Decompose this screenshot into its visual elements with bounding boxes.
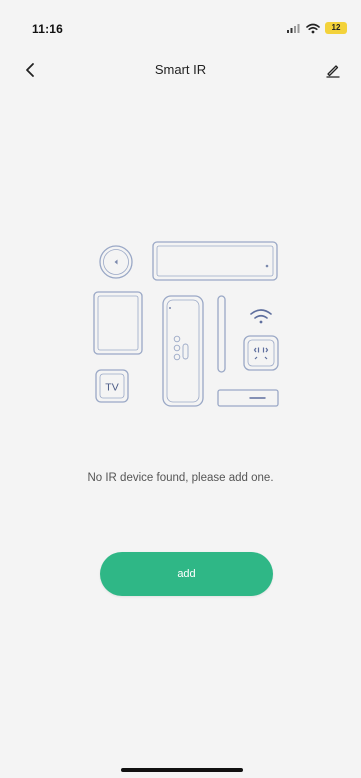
ir-devices-illustration: TV	[93, 241, 279, 407]
status-time: 11:16	[32, 22, 64, 36]
cellular-signal-icon	[287, 24, 300, 33]
status-bar: 11:16 12	[0, 0, 361, 48]
tv-icon-label: TV	[105, 382, 118, 394]
add-button[interactable]: add	[100, 552, 273, 596]
air-conditioner-icon	[152, 241, 278, 281]
tablet-icon	[93, 291, 143, 355]
status-icons: 12	[287, 22, 347, 34]
nav-bar: Smart IR	[0, 54, 361, 86]
wifi-signal-icon	[250, 309, 272, 324]
vertical-bar-icon	[217, 295, 226, 373]
page-title: Smart IR	[154, 62, 207, 77]
remote-control-icon	[162, 295, 204, 407]
empty-state-message: No IR device found, please add one.	[87, 472, 274, 484]
pencil-icon	[326, 65, 340, 78]
ir-hub-icon	[243, 335, 279, 371]
edit-button[interactable]	[321, 58, 345, 82]
speaker-icon	[99, 245, 133, 279]
home-indicator	[121, 768, 243, 772]
set-top-box-icon	[217, 389, 279, 407]
battery-icon: 12	[325, 22, 347, 34]
wifi-icon	[306, 23, 320, 33]
